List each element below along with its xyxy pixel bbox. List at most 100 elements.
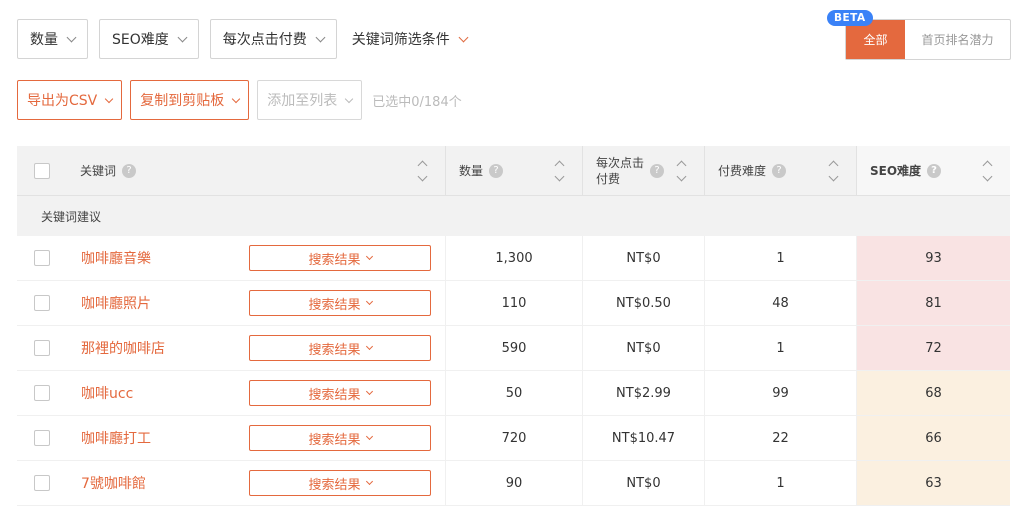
select-all-checkbox[interactable] [34, 162, 50, 179]
seo-difficulty-cell: 81 [856, 281, 1010, 325]
paid-difficulty-cell: 1 [704, 461, 856, 505]
row-checkbox[interactable] [34, 385, 50, 401]
row-checkbox[interactable] [34, 430, 50, 446]
action-bar: 导出为CSV 复制到剪贴板 添加至列表 已选中0/184个 [17, 80, 462, 120]
chevron-down-icon [365, 387, 373, 396]
volume-cell: 590 [445, 326, 582, 370]
chevron-down-icon [315, 32, 326, 42]
help-icon[interactable]: ? [772, 163, 787, 178]
filter-bar: 数量 SEO难度 每次点击付费 关键词筛选条件 [17, 19, 482, 59]
keyword-link[interactable]: 咖啡廳照片 [81, 293, 151, 313]
copy-clipboard-button[interactable]: 复制到剪贴板 [130, 80, 250, 120]
sort-icon[interactable] [828, 160, 838, 182]
keyword-cell: 咖啡廳照片 搜索结果 [67, 281, 445, 325]
chevron-down-icon [365, 342, 373, 351]
volume-filter-label: 数量 [30, 32, 58, 48]
keyword-cell: 咖啡廳音樂 搜索结果 [67, 236, 445, 280]
keyword-link[interactable]: 咖啡廳打工 [81, 428, 151, 448]
volume-filter-dropdown[interactable]: 数量 [17, 19, 88, 59]
sort-icon[interactable] [676, 160, 686, 182]
serp-button[interactable]: 搜索结果 [249, 425, 431, 451]
chevron-down-icon [177, 32, 188, 42]
row-checkbox[interactable] [34, 475, 50, 491]
keyword-filter-label: 关键词筛选条件 [351, 32, 450, 48]
keyword-table: 关键词 ? 数量 ? 每次点击 付费 ? 付费难度 ? SEO难度 ? 关键词建… [17, 146, 1010, 506]
header-paid-difficulty[interactable]: 付费难度 ? [704, 146, 856, 195]
row-check-cell [17, 281, 67, 325]
keyword-cell: 那裡的咖啡店 搜索结果 [67, 326, 445, 370]
toggle-top-potential-button[interactable]: 首页排名潜力 [905, 20, 1010, 59]
table-row: 咖啡廳音樂 搜索结果 1,300 NT$0 1 93 [17, 236, 1010, 281]
header-keyword[interactable]: 关键词 ? [67, 146, 445, 195]
serp-button-label: 搜索结果 [308, 432, 361, 448]
add-to-list-label: 添加至列表 [267, 93, 338, 109]
keyword-link[interactable]: 7號咖啡館 [81, 473, 146, 493]
row-check-cell [17, 416, 67, 460]
selection-count: 已选中0/184个 [372, 94, 462, 110]
section-label: 关键词建议 [41, 209, 102, 224]
header-seo-difficulty[interactable]: SEO难度 ? [856, 146, 1010, 195]
seo-difficulty-cell: 66 [856, 416, 1010, 460]
cpc-filter-dropdown[interactable]: 每次点击付费 [209, 19, 337, 59]
serp-button[interactable]: 搜索结果 [249, 335, 431, 361]
cpc-filter-label: 每次点击付费 [222, 32, 307, 48]
chevron-down-icon [365, 297, 373, 306]
header-cpc-line2: 付费 [596, 171, 621, 186]
volume-cell: 90 [445, 461, 582, 505]
keyword-filter-dropdown[interactable]: 关键词筛选条件 [347, 19, 471, 59]
row-checkbox[interactable] [34, 295, 50, 311]
sort-icon[interactable] [982, 160, 992, 182]
seo-difficulty-cell: 68 [856, 371, 1010, 415]
keyword-link[interactable]: 那裡的咖啡店 [81, 338, 165, 358]
table-row: 那裡的咖啡店 搜索结果 590 NT$0 1 72 [17, 326, 1010, 371]
chevron-down-icon [365, 432, 373, 441]
serp-button[interactable]: 搜索结果 [249, 470, 431, 496]
cpc-cell: NT$0 [582, 461, 704, 505]
header-volume[interactable]: 数量 ? [445, 146, 582, 195]
seo-difficulty-cell: 72 [856, 326, 1010, 370]
row-check-cell [17, 236, 67, 280]
row-checkbox[interactable] [34, 250, 50, 266]
volume-cell: 110 [445, 281, 582, 325]
header-cpc-label: 每次点击 付费 [596, 155, 644, 187]
seo-difficulty-filter-dropdown[interactable]: SEO难度 [99, 19, 199, 59]
volume-cell: 720 [445, 416, 582, 460]
table-row: 咖啡ucc 搜索结果 50 NT$2.99 99 68 [17, 371, 1010, 416]
table-row: 咖啡廳打工 搜索结果 720 NT$10.47 22 66 [17, 416, 1010, 461]
export-csv-button[interactable]: 导出为CSV [17, 80, 123, 120]
paid-difficulty-cell: 22 [704, 416, 856, 460]
serp-button[interactable]: 搜索结果 [249, 290, 431, 316]
help-icon[interactable]: ? [650, 163, 665, 178]
help-icon[interactable]: ? [489, 163, 504, 178]
row-check-cell [17, 461, 67, 505]
volume-cell: 50 [445, 371, 582, 415]
cpc-cell: NT$0.50 [582, 281, 704, 325]
keyword-link[interactable]: 咖啡廳音樂 [81, 248, 151, 268]
sort-icon[interactable] [554, 160, 564, 182]
row-checkbox[interactable] [34, 340, 50, 356]
select-all-cell [17, 146, 67, 195]
serp-button[interactable]: 搜索结果 [249, 380, 431, 406]
table-header: 关键词 ? 数量 ? 每次点击 付费 ? 付费难度 ? SEO难度 ? [17, 146, 1010, 196]
paid-difficulty-cell: 48 [704, 281, 856, 325]
seo-difficulty-cell: 93 [856, 236, 1010, 280]
help-icon[interactable]: ? [122, 163, 137, 178]
chevron-down-icon [105, 94, 114, 103]
copy-clipboard-label: 复制到剪贴板 [140, 93, 225, 109]
serp-button-label: 搜索结果 [308, 477, 361, 493]
serp-button-label: 搜索结果 [308, 297, 361, 313]
chevron-down-icon [66, 32, 77, 42]
row-check-cell [17, 371, 67, 415]
help-icon[interactable]: ? [927, 163, 942, 178]
add-to-list-button[interactable]: 添加至列表 [257, 80, 363, 120]
keyword-link[interactable]: 咖啡ucc [81, 383, 133, 403]
header-cpc[interactable]: 每次点击 付费 ? [582, 146, 704, 195]
view-toggle: BETA 全部 首页排名潜力 [827, 10, 1011, 60]
chevron-down-icon [365, 252, 373, 261]
cpc-cell: NT$10.47 [582, 416, 704, 460]
serp-button[interactable]: 搜索结果 [249, 245, 431, 271]
sort-icon[interactable] [417, 160, 427, 182]
table-row: 7號咖啡館 搜索结果 90 NT$0 1 63 [17, 461, 1010, 506]
serp-button-label: 搜索结果 [308, 252, 361, 268]
cpc-cell: NT$0 [582, 236, 704, 280]
